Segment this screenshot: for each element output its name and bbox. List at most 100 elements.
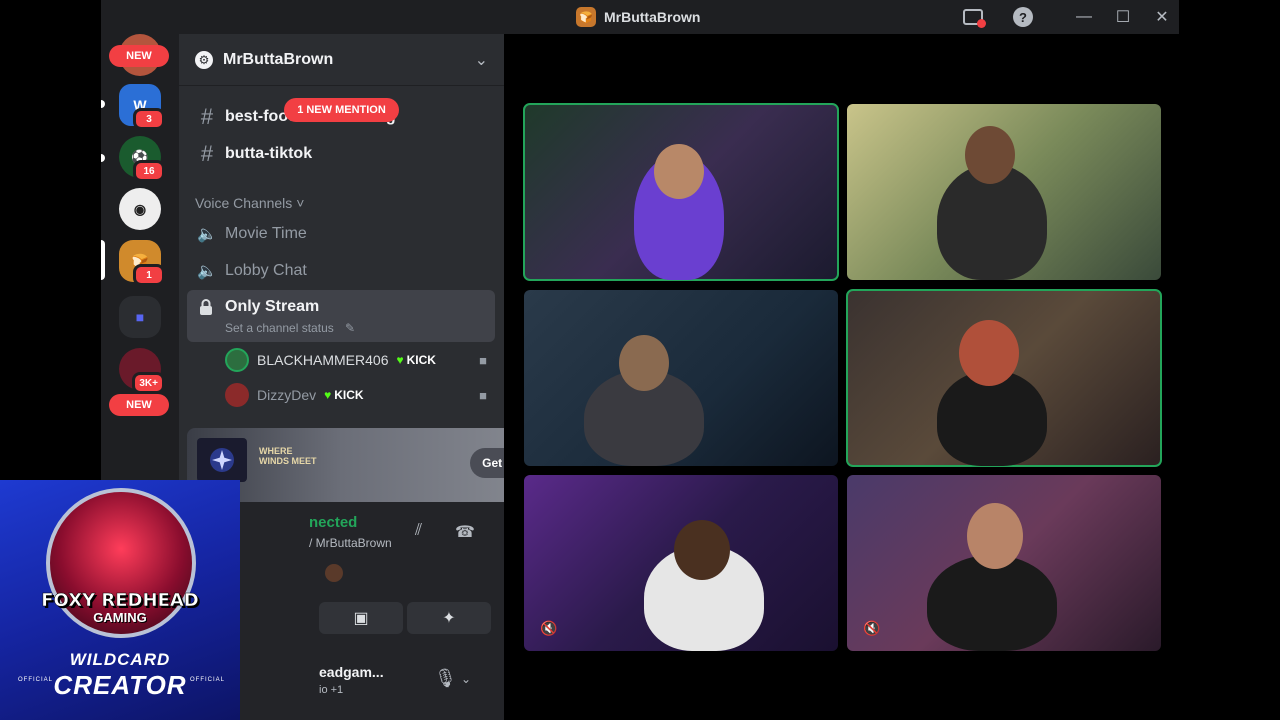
chevron-down-icon[interactable]: ⌄ [461,672,471,686]
new-mention-pill[interactable]: 1 NEW MENTION [284,98,399,122]
noise-suppression-icon[interactable]: ⫽ [415,522,422,540]
mention-badge: 16 [133,160,165,182]
kick-label: KICK [334,388,364,402]
unread-indicator [101,154,105,162]
heart-icon: ♥ [324,388,332,402]
member-name: DizzyDev [257,387,317,403]
window-title-text: MrButtaBrown [604,9,701,25]
participant-face [965,126,1015,184]
server-boost-icon: ⚙ [195,50,213,69]
video-tile[interactable] [846,289,1162,467]
participant-face [959,320,1019,386]
voice-connected-label: nected [309,514,358,531]
participant-face [674,520,730,580]
participant-face [967,503,1023,569]
voice-channel-only-stream[interactable]: Only Stream Set a channel status ✎ [187,290,495,342]
video-tile[interactable] [847,104,1161,280]
participant-face [654,144,704,199]
server-avatar[interactable]: 3K+ [119,348,165,394]
video-tile[interactable]: 🔇 [847,475,1161,651]
screenshare-button[interactable]: ▣ [319,602,403,634]
server-mrbuttabrown[interactable]: 🍞 1 [119,240,165,286]
overlay-brand-line2: GAMING [93,610,147,625]
participant-video [927,555,1057,651]
channel-status[interactable]: Set a channel status [225,321,334,335]
member-name: BLACKHAMMER406 [257,352,389,368]
hash-icon: # [200,141,214,166]
mention-badge: 1 [133,264,165,286]
camera-icon: ■ [479,387,487,403]
voice-channel-name[interactable]: / MrButtaBrown [309,536,392,550]
pencil-icon[interactable]: ✎ [345,321,355,335]
channel-butta-tiktok[interactable]: # butta-tiktok [187,137,495,171]
chevron-down-icon: ˅ [296,195,305,211]
camera-icon: ■ [479,352,487,368]
video-tile[interactable] [523,103,839,281]
mention-badge: 3 [133,108,165,130]
overlay-tag-line2: CREATOR [53,670,187,700]
streamer-overlay: FOXY REDHEAD GAMING WILDCARD CREATOR OFF… [0,480,240,720]
voice-channel-lobby-chat[interactable]: 🔈 Lobby Chat [187,254,495,288]
activities-button[interactable]: ✦ [407,602,491,634]
guild-name: MrButtaBrown [223,50,334,68]
video-tile[interactable]: 🔇 [524,475,838,651]
guild-header[interactable]: ⚙ MrButtaBrown ⌄ [179,34,504,86]
record-icon[interactable] [963,9,986,28]
folder-icon[interactable]: ■ [119,296,161,338]
voice-category[interactable]: Voice Channels ˅ [195,195,304,211]
video-grid: 🔇 🔇 [504,34,1179,720]
kick-tag: ♥ KICK [324,388,363,402]
disconnect-icon[interactable]: ☎ [455,522,475,542]
kick-tag: ♥ KICK [397,353,436,367]
lock-icon [200,299,212,315]
minimize-icon[interactable]: — [1072,6,1096,28]
user-name[interactable]: eadgam... [319,664,384,680]
voice-member[interactable]: BLACKHAMMER406 ♥ KICK ■ [225,345,495,375]
overlay-official-left: OFFICIAL [18,677,54,683]
voice-channel-movie-time[interactable]: 🔈 Movie Time [187,217,495,251]
title-bar: 🍞 MrButtaBrown ? — ☐ ✕ [101,0,1179,34]
screenshare-icon: ▣ [353,610,369,627]
activities-icon: ✦ [442,610,456,627]
activity-avatar [325,564,343,582]
server-green[interactable]: ⚽ 16 [119,136,165,182]
video-tile[interactable] [524,290,838,466]
server-logo-icon: 🍞 [576,7,596,27]
avatar [225,348,249,372]
new-unread-pill-bottom[interactable]: NEW [109,394,169,416]
close-icon[interactable]: ✕ [1150,6,1174,28]
game-logo: WHERE WINDS MEET [259,446,317,466]
game-logo-line2: WINDS MEET [259,456,317,466]
quest-game-icon [197,438,247,482]
kick-label: KICK [406,353,436,367]
speaker-icon: 🔈 [197,226,217,243]
mention-badge: 3K+ [132,372,165,394]
heart-icon: ♥ [396,353,404,367]
window-title: 🍞 MrButtaBrown [576,7,700,27]
channel-label: Only Stream [225,298,320,315]
channel-label: Lobby Chat [225,262,307,279]
get-reward-button[interactable]: Get Reward! [470,448,504,478]
voice-member[interactable]: DizzyDev ♥ KICK ■ [225,380,495,410]
speaker-icon: 🔈 [197,263,217,280]
maximize-icon[interactable]: ☐ [1111,6,1135,28]
hash-icon: # [200,104,214,129]
microphone-icon[interactable]: 🎙 [434,668,457,689]
game-logo-line1: WHERE [259,446,293,456]
avatar [225,383,249,407]
server-w[interactable]: W 3 [119,84,165,130]
server-ninja[interactable]: ◉ [119,188,161,230]
overlay-official-right: OFFICIAL [190,677,226,683]
chevron-down-icon[interactable]: ⌄ [475,50,488,70]
server-rail: NEW W 3 ⚽ 16 ◉ 🍞 1 ■ 3K+ NEW [101,34,179,434]
discord-app: 🍞 MrButtaBrown ? — ☐ ✕ NEW W 3 ⚽ 16 ◉ 🍞 … [101,0,1179,720]
unread-indicator [101,100,105,108]
mic-muted-icon: 🔇 [863,620,881,636]
new-unread-pill-top[interactable]: NEW [109,45,169,67]
help-icon[interactable]: ? [1013,7,1033,27]
voice-category-label: Voice Channels [195,195,293,211]
participant-face [619,335,669,391]
selected-indicator [101,240,105,280]
user-status: io +1 [319,684,344,696]
overlay-tag-line1: WILDCARD [69,650,171,669]
